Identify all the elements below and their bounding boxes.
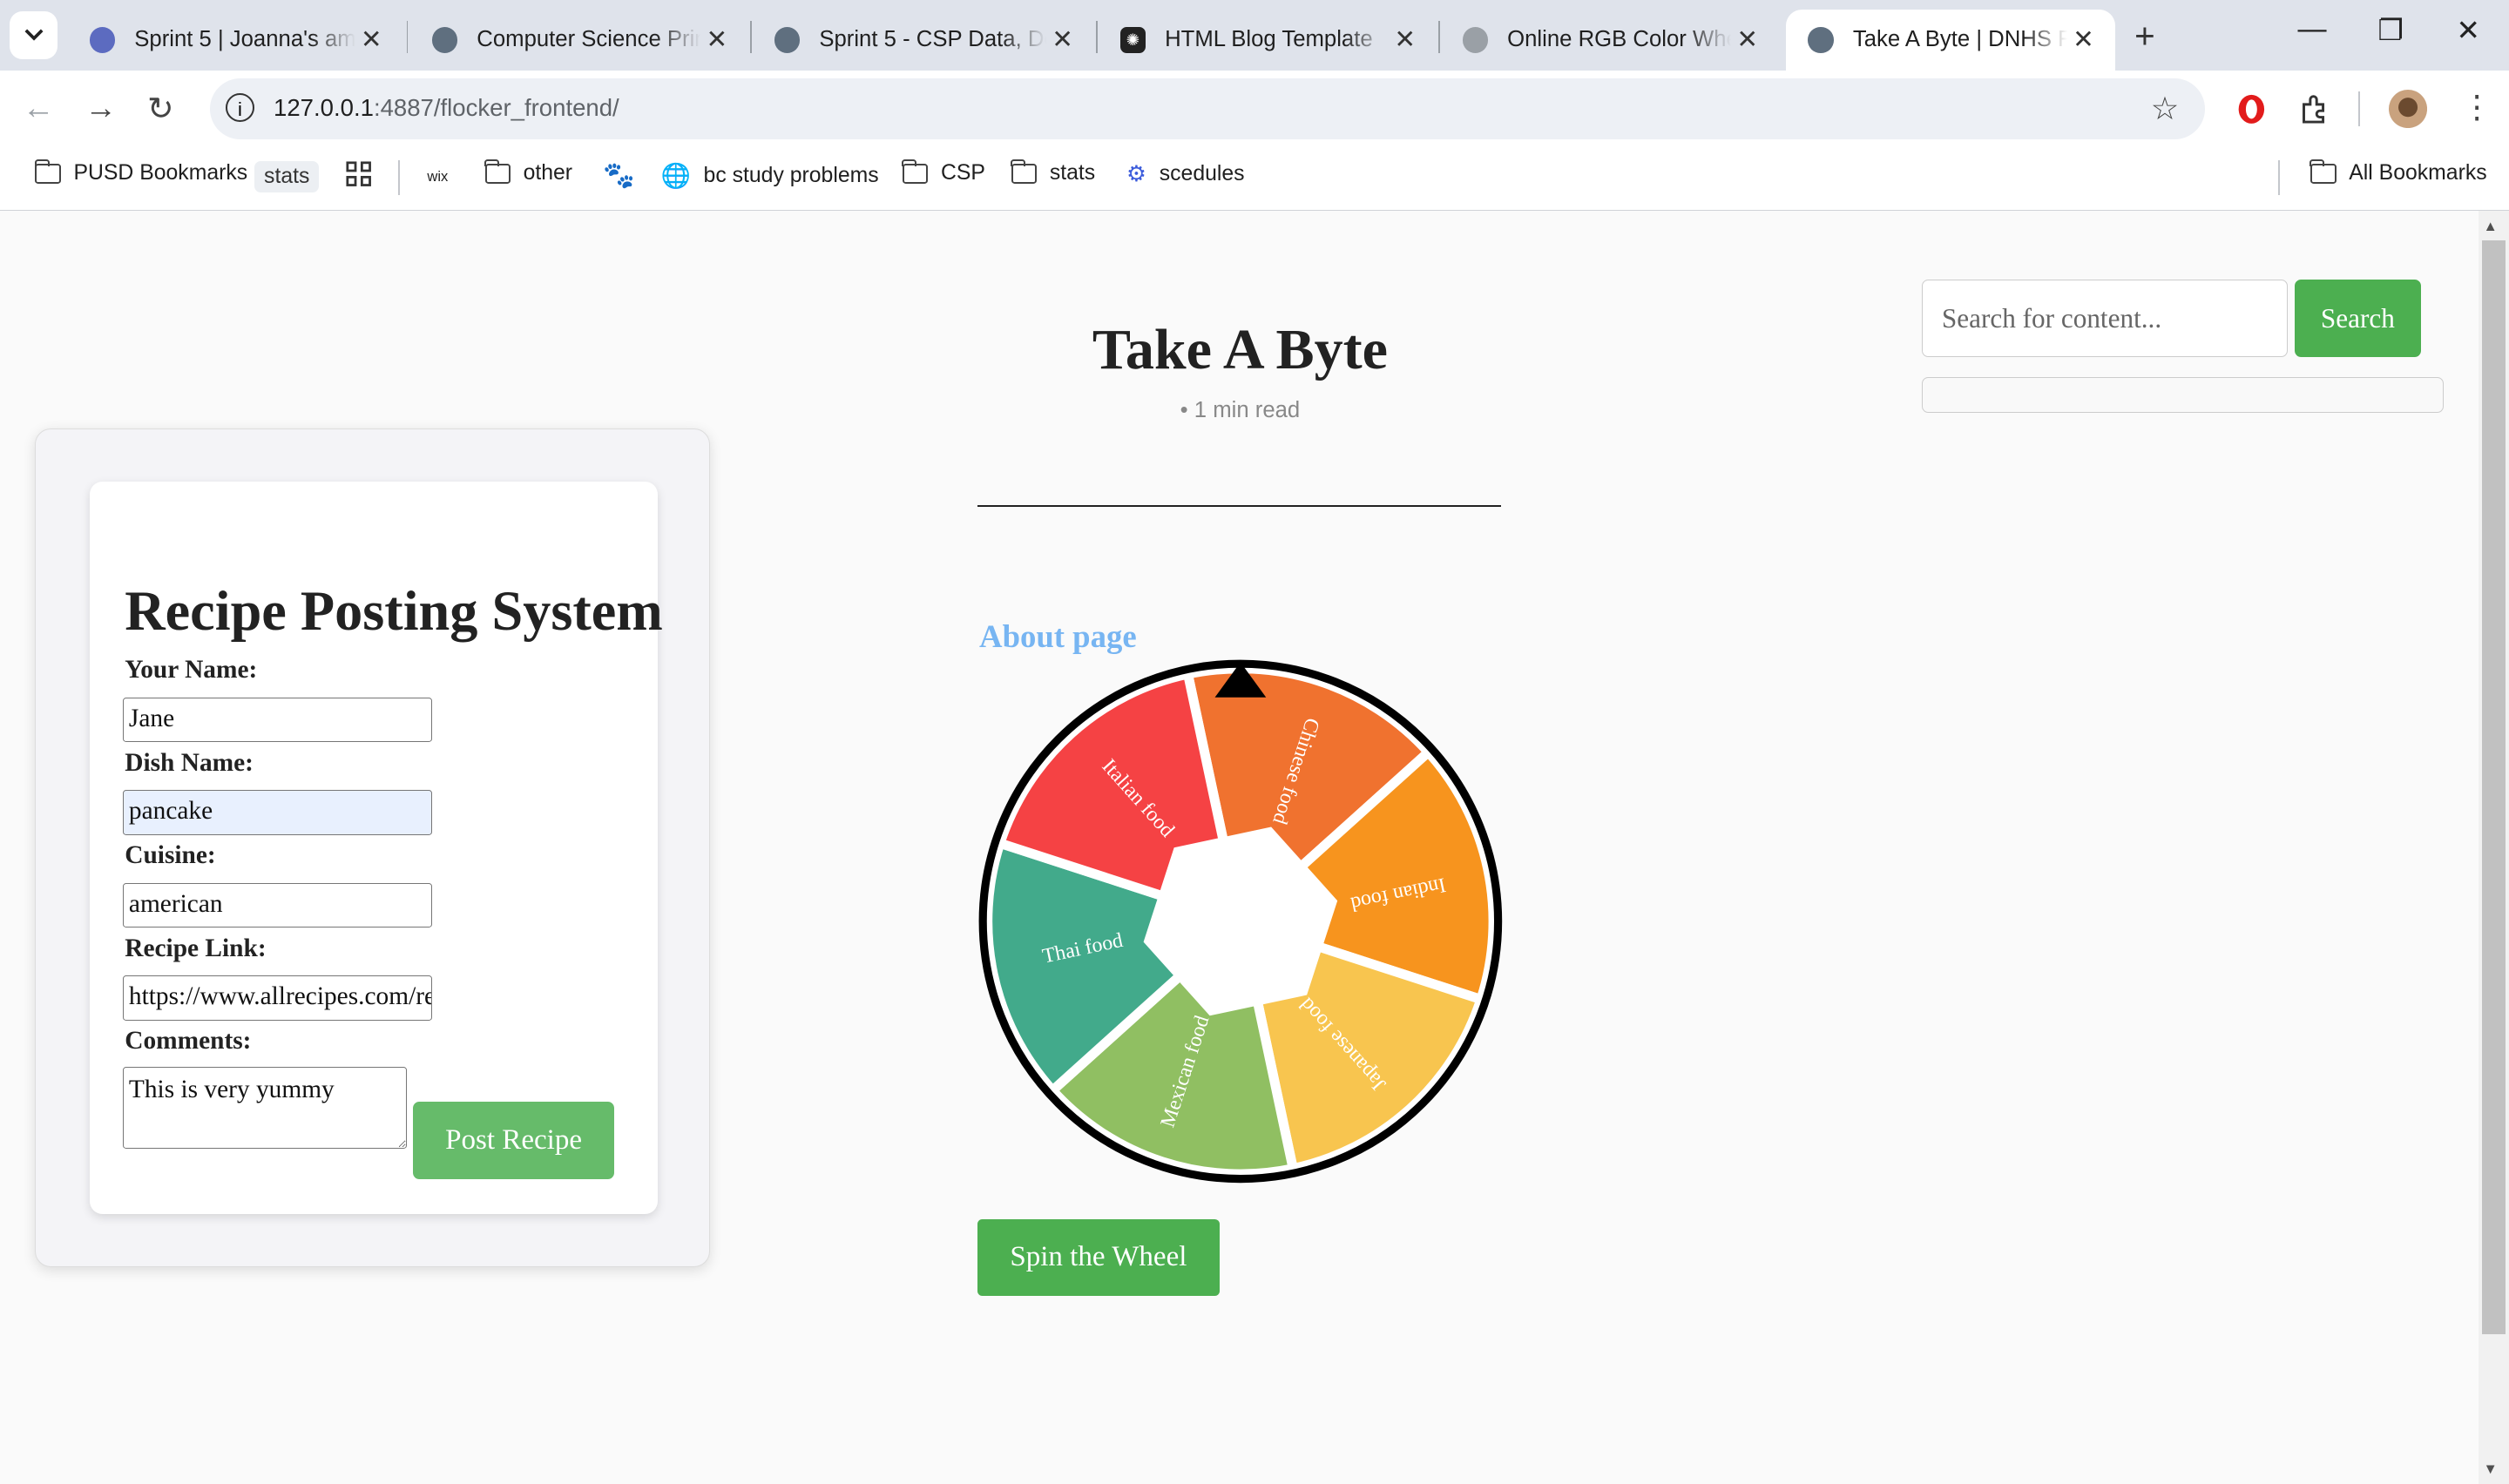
name-field[interactable]: Jane xyxy=(123,697,432,743)
bookmark-label: stats xyxy=(1049,161,1096,186)
chevron-down-icon xyxy=(24,29,44,41)
tab-rgb-wheel[interactable]: Online RGB Color Whee ✕ xyxy=(1440,10,1779,71)
recipe-link-field[interactable]: https://www.allrecipes.com/re xyxy=(123,975,432,1021)
about-page-link[interactable]: About page xyxy=(979,617,1137,655)
bookmark-other[interactable]: other xyxy=(484,159,573,186)
food-spin-wheel[interactable]: Chinese foodIndian foodJapanese foodMexi… xyxy=(975,656,1506,1187)
minimize-icon[interactable]: — xyxy=(2298,13,2327,46)
tab-strip: Sprint 5 | Joanna's amaz ✕ Computer Scie… xyxy=(0,0,2509,71)
tab-sprint5-joanna[interactable]: Sprint 5 | Joanna's amaz ✕ xyxy=(67,10,403,71)
cuisine-field[interactable]: american xyxy=(123,882,432,928)
close-icon[interactable]: ✕ xyxy=(1046,24,1079,55)
form-title: Recipe Posting System xyxy=(125,579,663,642)
dish-field[interactable]: pancake xyxy=(123,790,432,835)
paw-icon: 🐾 xyxy=(603,161,635,191)
address-bar[interactable]: i 127.0.0.1:4887/flocker_frontend/ ☆ xyxy=(209,78,2205,139)
bookmark-label: scedules xyxy=(1159,162,1245,186)
magnifier-doc-icon xyxy=(431,27,458,53)
scrollbar-thumb[interactable] xyxy=(2481,239,2506,1334)
bookmark-label: PUSD Bookmarks xyxy=(73,161,248,186)
toolbar-separator xyxy=(2358,91,2361,127)
scroll-down-arrow-icon[interactable]: ▼ xyxy=(2484,1460,2498,1478)
bookmark-label: wix xyxy=(427,167,449,185)
bookmark-label: other xyxy=(523,161,573,186)
search-results-box xyxy=(1921,377,2444,413)
window-close-icon[interactable]: ✕ xyxy=(2456,13,2480,48)
reload-icon[interactable]: ↻ xyxy=(147,90,174,127)
back-arrow-icon[interactable]: ← xyxy=(23,90,55,126)
cuisine-label: Cuisine: xyxy=(125,841,216,870)
spin-wheel-button[interactable]: Spin the Wheel xyxy=(977,1218,1220,1296)
post-recipe-button[interactable]: Post Recipe xyxy=(412,1102,615,1179)
page-title: Take A Byte xyxy=(1092,317,1389,381)
apps-grid-icon xyxy=(346,161,371,187)
forward-arrow-icon[interactable]: → xyxy=(85,90,117,126)
openai-icon: ✺ xyxy=(1119,27,1146,53)
restore-icon[interactable]: ❐ xyxy=(2377,13,2404,48)
browser-toolbar: ← → ↻ i 127.0.0.1:4887/flocker_frontend/… xyxy=(0,70,2509,147)
bookmark-star-icon[interactable]: ☆ xyxy=(2151,90,2180,127)
bookmark-separator xyxy=(398,159,401,196)
url-text: 127.0.0.1:4887/flocker_frontend/ xyxy=(274,94,619,122)
search-input[interactable] xyxy=(1921,280,2289,357)
folder-icon xyxy=(1011,159,1038,184)
bookmark-separator xyxy=(2278,159,2281,196)
bookmark-apps[interactable] xyxy=(346,161,371,187)
avatar[interactable] xyxy=(2389,89,2428,128)
bookmark-pusd[interactable]: PUSD Bookmarks xyxy=(34,159,248,186)
tab-sprint5-csp[interactable]: Sprint 5 - CSP Data, Del ✕ xyxy=(752,10,1094,71)
bookmark-label: stats xyxy=(254,161,320,192)
tab-computer-science[interactable]: Computer Science Princ ✕ xyxy=(409,10,748,71)
all-bookmarks[interactable]: All Bookmarks xyxy=(2309,159,2487,186)
comments-label: Comments: xyxy=(125,1027,252,1056)
bookmark-csp[interactable]: CSP xyxy=(902,159,985,186)
tab-html-blog[interactable]: ✺ HTML Blog Template ✕ xyxy=(1098,10,1437,71)
close-icon[interactable]: ✕ xyxy=(1731,24,1763,55)
folder-icon xyxy=(484,159,511,184)
bookmark-label: All Bookmarks xyxy=(2349,161,2487,186)
close-icon[interactable]: ✕ xyxy=(700,24,733,55)
folder-icon xyxy=(34,159,61,184)
globe-icon xyxy=(1462,27,1489,53)
close-icon[interactable]: ✕ xyxy=(2067,24,2100,55)
scroll-up-arrow-icon[interactable]: ▲ xyxy=(2484,218,2498,235)
opera-adblock-icon[interactable] xyxy=(2235,93,2268,125)
wheel-segments: Chinese foodIndian foodJapanese foodMexi… xyxy=(982,664,1498,1179)
bookmark-paw[interactable]: 🐾 xyxy=(603,161,635,191)
globe-icon: 🌐 xyxy=(660,162,691,190)
read-time: • 1 min read xyxy=(1180,398,1301,423)
magnifier-doc-icon xyxy=(774,27,801,53)
name-label: Your Name: xyxy=(125,656,258,685)
recipe-link-label: Recipe Link: xyxy=(125,934,267,962)
new-tab-plus-icon[interactable]: + xyxy=(2134,16,2155,57)
gear-icon: ⚙ xyxy=(1126,162,1147,187)
close-icon[interactable]: ✕ xyxy=(1389,24,1421,55)
bookmarks-bar: PUSD Bookmarks stats wix other 🐾 🌐 bc stu… xyxy=(0,146,2509,211)
title-divider xyxy=(977,505,1501,508)
bookmark-bc-study[interactable]: 🌐 bc study problems xyxy=(661,161,879,190)
tab-search-button[interactable] xyxy=(10,10,58,59)
bookmark-stats-chip[interactable]: stats xyxy=(254,161,320,192)
search-button[interactable]: Search xyxy=(2294,280,2421,357)
bookmark-scedules[interactable]: ⚙ scedules xyxy=(1126,161,1245,187)
bookmark-wix[interactable]: wix xyxy=(427,168,448,186)
close-icon[interactable]: ✕ xyxy=(355,24,388,55)
dish-label: Dish Name: xyxy=(125,748,254,777)
folder-icon xyxy=(2309,159,2337,184)
url-host: 127.0.0.1 xyxy=(274,94,374,122)
tab-separator xyxy=(406,20,409,53)
magnifier-doc-icon xyxy=(1808,27,1834,53)
comments-textarea[interactable]: This is very yummy xyxy=(123,1067,407,1149)
bookmark-stats[interactable]: stats xyxy=(1011,159,1096,186)
bookmark-label: CSP xyxy=(940,161,985,186)
folder-icon xyxy=(902,159,929,184)
tab-take-a-byte[interactable]: Take A Byte | DNHS Floc ✕ xyxy=(1785,10,2116,71)
bookmark-label: bc study problems xyxy=(703,163,879,187)
url-path: :4887/flocker_frontend/ xyxy=(373,94,619,122)
kebab-menu-icon[interactable]: ⋮ xyxy=(2461,88,2493,125)
extensions-puzzle-icon[interactable] xyxy=(2299,93,2331,125)
site-info-icon[interactable]: i xyxy=(225,92,254,122)
blue-bird-icon xyxy=(89,27,116,53)
